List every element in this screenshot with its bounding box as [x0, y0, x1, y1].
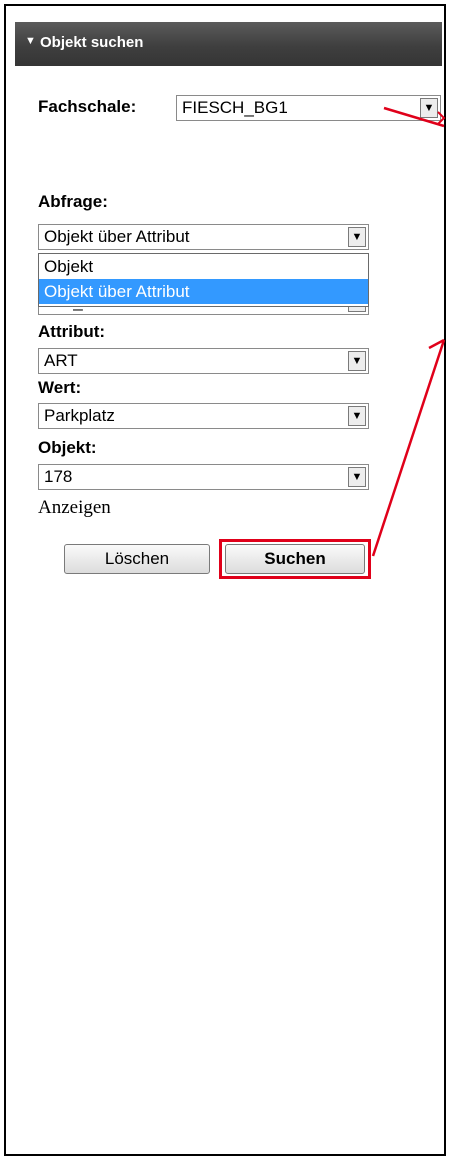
- annotation-arrow-head-1: [437, 111, 446, 125]
- dropdown-option-selected[interactable]: Objekt über Attribut: [39, 279, 368, 304]
- abfrage-dropdown-list: Objekt Objekt über Attribut: [38, 253, 369, 307]
- annotation-lines: [371, 106, 446, 557]
- annotation-line-1: [383, 106, 445, 128]
- dropdown-option[interactable]: Objekt: [39, 254, 368, 279]
- annotation-line-2: [371, 339, 446, 557]
